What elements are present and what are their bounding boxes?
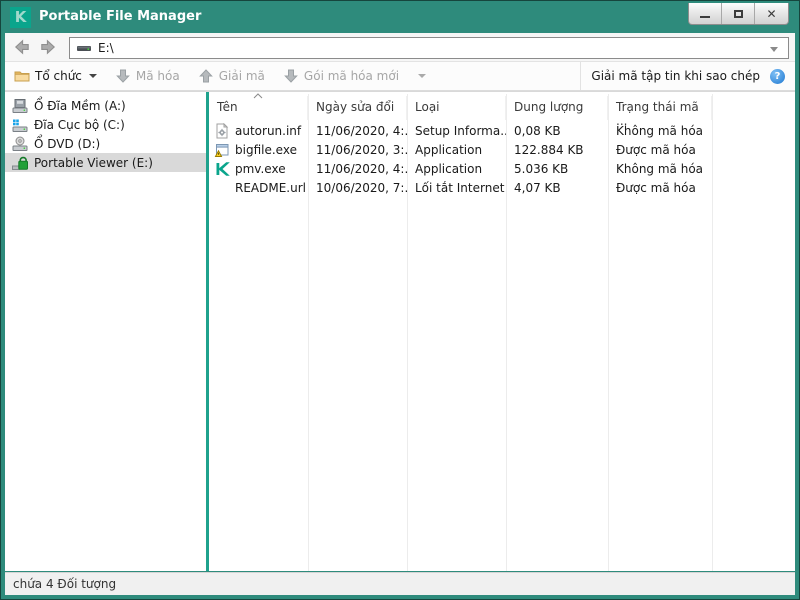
folder-icon xyxy=(14,71,30,82)
sidebar-item-label: Đĩa Cục bộ (C:) xyxy=(34,117,125,132)
window-controls: ✕ xyxy=(688,3,789,25)
floppy-drive-icon xyxy=(12,98,28,113)
back-icon xyxy=(14,39,29,55)
file-type: Setup Informa... xyxy=(415,123,506,138)
no-icon xyxy=(214,180,230,196)
file-row-readme-url[interactable]: README.url 10/06/2020, 7:... Lối tắt Int… xyxy=(209,178,795,197)
decrypt-label: Giải mã xyxy=(218,69,265,83)
encrypt-button[interactable]: Mã hóa xyxy=(106,64,189,88)
file-modified: 11/06/2020, 3:... xyxy=(316,142,407,157)
toolbar: Tổ chức Mã hóa Giải mã Gói mã hóa mới Gi… xyxy=(5,62,795,91)
close-button[interactable]: ✕ xyxy=(755,3,788,24)
sidebar-item-local-disk-c[interactable]: Đĩa Cục bộ (C:) xyxy=(5,115,206,134)
organize-dropdown-icon xyxy=(88,74,97,78)
file-modified: 11/06/2020, 4:... xyxy=(316,123,407,138)
file-modified: 10/06/2020, 7:... xyxy=(316,180,407,195)
sort-ascending-icon xyxy=(253,93,263,99)
maximize-button[interactable] xyxy=(722,3,755,24)
sidebar-item-label: Portable Viewer (E:) xyxy=(34,155,153,170)
file-type: Lối tắt Internet xyxy=(415,180,505,195)
file-encryption-status: Được mã hóa xyxy=(616,142,696,157)
status-text: chứa 4 Đối tượng xyxy=(13,577,117,591)
maximize-icon xyxy=(733,9,743,18)
back-button[interactable] xyxy=(13,38,31,56)
file-size: 0,08 KB xyxy=(514,123,561,138)
sidebar-item-dvd-d[interactable]: Ổ DVD (D:) xyxy=(5,134,206,153)
file-name: autorun.inf xyxy=(235,123,302,138)
arrow-up-icon xyxy=(198,69,213,83)
file-row-bigfile-exe[interactable]: bigfile.exe 11/06/2020, 3:... Applicatio… xyxy=(209,140,795,159)
column-header-size[interactable]: Dung lượng xyxy=(506,96,608,120)
file-name: pmv.exe xyxy=(235,161,286,176)
column-header-status[interactable]: Trạng thái mã ... xyxy=(608,96,712,128)
exe-file-icon xyxy=(214,143,229,157)
file-name: bigfile.exe xyxy=(235,142,297,157)
status-bar: chứa 4 Đối tượng xyxy=(5,572,795,595)
file-rows: autorun.inf 11/06/2020, 4:... Setup Info… xyxy=(209,121,795,197)
sidebar-item-portable-viewer-e[interactable]: Portable Viewer (E:) xyxy=(5,153,206,172)
navigation-bar: E:\ xyxy=(5,33,795,62)
file-encryption-status: Không mã hóa xyxy=(616,123,704,138)
lock-drive-icon xyxy=(12,156,28,170)
app-window: K Portable File Manager ✕ E:\ Tổ chức Mã… xyxy=(0,0,800,600)
local-disk-icon xyxy=(12,119,28,132)
file-encryption-status: Không mã hóa xyxy=(616,161,704,176)
minimize-button[interactable] xyxy=(689,3,722,24)
forward-button[interactable] xyxy=(39,38,57,56)
encrypt-label: Mã hóa xyxy=(135,69,180,83)
title-bar: K Portable File Manager ✕ xyxy=(5,3,795,33)
address-bar[interactable]: E:\ xyxy=(69,37,789,59)
file-type: Application xyxy=(415,161,483,176)
file-name: README.url xyxy=(235,180,306,195)
address-text: E:\ xyxy=(98,41,114,55)
dvd-drive-icon xyxy=(12,136,28,151)
inf-file-icon xyxy=(216,122,229,138)
column-header-modified[interactable]: Ngày sửa đổi xyxy=(308,96,407,120)
kaspersky-k-icon xyxy=(216,161,230,176)
sidebar-item-floppy-a[interactable]: Ổ Đĩa Mềm (A:) xyxy=(5,96,206,115)
file-type: Application xyxy=(415,142,483,157)
column-header-name[interactable]: Tên xyxy=(209,93,308,120)
file-row-autorun-inf[interactable]: autorun.inf 11/06/2020, 4:... Setup Info… xyxy=(209,121,795,140)
new-package-dropdown-icon xyxy=(418,74,427,78)
file-size: 4,07 KB xyxy=(514,180,561,195)
file-modified: 11/06/2020, 4:... xyxy=(316,161,407,176)
drive-sidebar: Ổ Đĩa Mềm (A:) Đĩa Cục bộ (C:) Ổ DVD (D:… xyxy=(5,92,206,571)
column-header-type[interactable]: Loại xyxy=(407,96,506,120)
organize-button[interactable]: Tổ chức xyxy=(5,64,106,88)
forward-icon xyxy=(41,39,56,55)
main-area: Ổ Đĩa Mềm (A:) Đĩa Cục bộ (C:) Ổ DVD (D:… xyxy=(5,91,795,571)
arrow-down-icon xyxy=(116,69,130,83)
file-size: 5.036 KB xyxy=(514,161,569,176)
minimize-icon xyxy=(700,15,710,18)
arrow-down-icon xyxy=(284,69,298,83)
kaspersky-logo-icon: K xyxy=(10,7,31,28)
file-list: Tên Ngày sửa đổi Loại Dung lượng Trạng t… xyxy=(209,92,795,571)
decrypt-button[interactable]: Giải mã xyxy=(189,64,274,88)
decrypt-on-copy-label: Giải mã tập tin khi sao chép xyxy=(591,69,760,83)
close-icon: ✕ xyxy=(766,6,777,21)
file-encryption-status: Được mã hóa xyxy=(616,180,696,195)
list-header: Tên Ngày sửa đổi Loại Dung lượng Trạng t… xyxy=(209,93,795,128)
decrypt-on-copy-section: Giải mã tập tin khi sao chép ? xyxy=(580,62,795,90)
file-size: 122.884 KB xyxy=(514,142,584,157)
sidebar-item-label: Ổ Đĩa Mềm (A:) xyxy=(34,98,126,113)
new-encrypted-package-label: Gói mã hóa mới xyxy=(303,69,400,83)
window-title: Portable File Manager xyxy=(39,9,202,24)
help-icon[interactable]: ? xyxy=(770,68,785,84)
address-dropdown-icon[interactable] xyxy=(770,47,778,52)
drive-icon xyxy=(77,46,91,51)
new-encrypted-package-button[interactable]: Gói mã hóa mới xyxy=(274,64,435,88)
file-row-pmv-exe[interactable]: pmv.exe 11/06/2020, 4:... Application 5.… xyxy=(209,159,795,178)
sidebar-item-label: Ổ DVD (D:) xyxy=(34,136,101,151)
organize-label: Tổ chức xyxy=(35,69,82,83)
